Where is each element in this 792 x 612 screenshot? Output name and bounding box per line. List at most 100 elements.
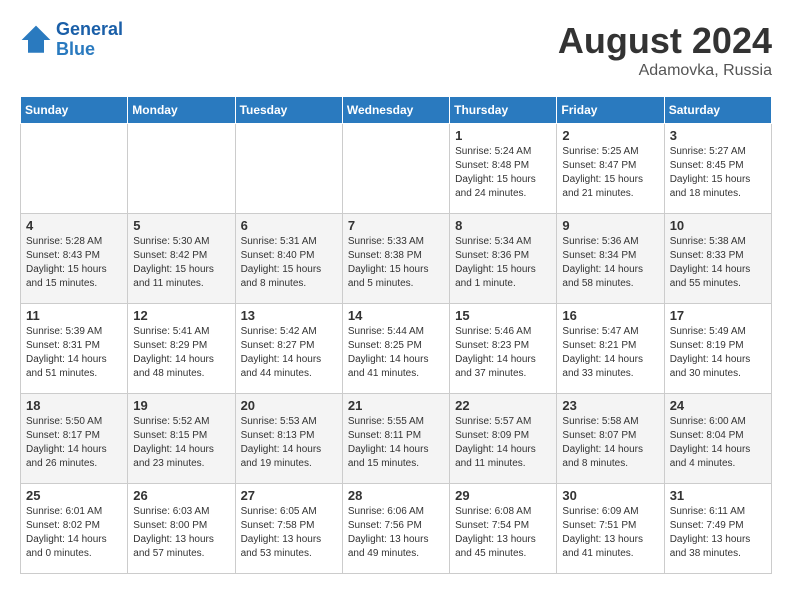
day-number: 18	[26, 398, 122, 413]
day-info: Sunrise: 5:28 AM Sunset: 8:43 PM Dayligh…	[26, 235, 122, 291]
day-info: Sunrise: 5:53 AM Sunset: 8:13 PM Dayligh…	[241, 415, 337, 471]
day-number: 29	[455, 488, 551, 503]
day-number: 21	[348, 398, 444, 413]
day-info: Sunrise: 5:25 AM Sunset: 8:47 PM Dayligh…	[562, 145, 658, 201]
calendar-cell: 19 Sunrise: 5:52 AM Sunset: 8:15 PM Dayli…	[128, 394, 235, 484]
day-info: Sunrise: 5:27 AM Sunset: 8:45 PM Dayligh…	[670, 145, 766, 201]
calendar-cell: 30 Sunrise: 6:09 AM Sunset: 7:51 PM Dayli…	[557, 484, 664, 574]
day-number: 6	[241, 218, 337, 233]
week-row-4: 18 Sunrise: 5:50 AM Sunset: 8:17 PM Dayli…	[21, 394, 772, 484]
calendar-cell: 1 Sunrise: 5:24 AM Sunset: 8:48 PM Daylig…	[450, 124, 557, 214]
calendar-cell	[235, 124, 342, 214]
weekday-header-monday: Monday	[128, 97, 235, 124]
day-number: 25	[26, 488, 122, 503]
day-number: 23	[562, 398, 658, 413]
day-info: Sunrise: 5:55 AM Sunset: 8:11 PM Dayligh…	[348, 415, 444, 471]
calendar-cell: 16Sunrise: 5:47 AM Sunset: 8:21 PM Dayli…	[557, 304, 664, 394]
calendar-cell: 2 Sunrise: 5:25 AM Sunset: 8:47 PM Daylig…	[557, 124, 664, 214]
calendar-cell: 26Sunrise: 6:03 AM Sunset: 8:00 PM Dayli…	[128, 484, 235, 574]
day-info: Sunrise: 5:42 AM Sunset: 8:27 PM Dayligh…	[241, 325, 337, 381]
calendar-table: SundayMondayTuesdayWednesdayThursdayFrid…	[20, 96, 772, 574]
calendar-cell: 20 Sunrise: 5:53 AM Sunset: 8:13 PM Dayli…	[235, 394, 342, 484]
day-info: Sunrise: 6:06 AM Sunset: 7:56 PM Dayligh…	[348, 505, 444, 561]
logo-line1: General	[56, 19, 123, 39]
day-info: Sunrise: 6:08 AM Sunset: 7:54 PM Dayligh…	[455, 505, 551, 561]
day-number: 8	[455, 218, 551, 233]
month-year: August 2024	[558, 20, 772, 62]
day-number: 1	[455, 128, 551, 143]
day-number: 2	[562, 128, 658, 143]
week-row-5: 25 Sunrise: 6:01 AM Sunset: 8:02 PM Dayli…	[21, 484, 772, 574]
weekday-header-friday: Friday	[557, 97, 664, 124]
calendar-cell	[342, 124, 449, 214]
calendar-cell: 22Sunrise: 5:57 AM Sunset: 8:09 PM Dayli…	[450, 394, 557, 484]
calendar-cell: 14 Sunrise: 5:44 AM Sunset: 8:25 PM Dayli…	[342, 304, 449, 394]
logo-text: General Blue	[56, 20, 123, 60]
day-info: Sunrise: 5:34 AM Sunset: 8:36 PM Dayligh…	[455, 235, 551, 291]
week-row-3: 11 Sunrise: 5:39 AM Sunset: 8:31 PM Dayli…	[21, 304, 772, 394]
day-info: Sunrise: 5:30 AM Sunset: 8:42 PM Dayligh…	[133, 235, 229, 291]
calendar-cell: 24 Sunrise: 6:00 AM Sunset: 8:04 PM Dayli…	[664, 394, 771, 484]
day-info: Sunrise: 5:38 AM Sunset: 8:33 PM Dayligh…	[670, 235, 766, 291]
day-info: Sunrise: 5:33 AM Sunset: 8:38 PM Dayligh…	[348, 235, 444, 291]
day-info: Sunrise: 6:09 AM Sunset: 7:51 PM Dayligh…	[562, 505, 658, 561]
weekday-header-row: SundayMondayTuesdayWednesdayThursdayFrid…	[21, 97, 772, 124]
calendar-cell: 23 Sunrise: 5:58 AM Sunset: 8:07 PM Dayli…	[557, 394, 664, 484]
calendar-cell: 3Sunrise: 5:27 AM Sunset: 8:45 PM Daylig…	[664, 124, 771, 214]
day-info: Sunrise: 6:00 AM Sunset: 8:04 PM Dayligh…	[670, 415, 766, 471]
calendar-cell: 17Sunrise: 5:49 AM Sunset: 8:19 PM Dayli…	[664, 304, 771, 394]
day-number: 14	[348, 308, 444, 323]
day-number: 30	[562, 488, 658, 503]
day-number: 20	[241, 398, 337, 413]
calendar-cell: 6 Sunrise: 5:31 AM Sunset: 8:40 PM Daylig…	[235, 214, 342, 304]
day-number: 27	[241, 488, 337, 503]
day-info: Sunrise: 5:52 AM Sunset: 8:15 PM Dayligh…	[133, 415, 229, 471]
calendar-cell: 28 Sunrise: 6:06 AM Sunset: 7:56 PM Dayli…	[342, 484, 449, 574]
day-number: 11	[26, 308, 122, 323]
day-number: 15	[455, 308, 551, 323]
weekday-header-sunday: Sunday	[21, 97, 128, 124]
day-number: 9	[562, 218, 658, 233]
calendar-cell: 29 Sunrise: 6:08 AM Sunset: 7:54 PM Dayli…	[450, 484, 557, 574]
day-number: 4	[26, 218, 122, 233]
day-info: Sunrise: 6:03 AM Sunset: 8:00 PM Dayligh…	[133, 505, 229, 561]
calendar-cell: 31Sunrise: 6:11 AM Sunset: 7:49 PM Dayli…	[664, 484, 771, 574]
weekday-header-thursday: Thursday	[450, 97, 557, 124]
calendar-cell: 12 Sunrise: 5:41 AM Sunset: 8:29 PM Dayli…	[128, 304, 235, 394]
day-number: 10	[670, 218, 766, 233]
day-info: Sunrise: 6:01 AM Sunset: 8:02 PM Dayligh…	[26, 505, 122, 561]
weekday-header-saturday: Saturday	[664, 97, 771, 124]
day-info: Sunrise: 5:58 AM Sunset: 8:07 PM Dayligh…	[562, 415, 658, 471]
day-number: 19	[133, 398, 229, 413]
logo-icon	[20, 24, 52, 56]
calendar-cell: 9Sunrise: 5:36 AM Sunset: 8:34 PM Daylig…	[557, 214, 664, 304]
calendar-cell: 18 Sunrise: 5:50 AM Sunset: 8:17 PM Dayli…	[21, 394, 128, 484]
calendar-cell: 15 Sunrise: 5:46 AM Sunset: 8:23 PM Dayli…	[450, 304, 557, 394]
day-info: Sunrise: 5:50 AM Sunset: 8:17 PM Dayligh…	[26, 415, 122, 471]
day-number: 7	[348, 218, 444, 233]
day-number: 12	[133, 308, 229, 323]
calendar-cell	[21, 124, 128, 214]
calendar-cell: 21 Sunrise: 5:55 AM Sunset: 8:11 PM Dayli…	[342, 394, 449, 484]
day-info: Sunrise: 5:49 AM Sunset: 8:19 PM Dayligh…	[670, 325, 766, 381]
calendar-cell: 5Sunrise: 5:30 AM Sunset: 8:42 PM Daylig…	[128, 214, 235, 304]
calendar-cell: 11 Sunrise: 5:39 AM Sunset: 8:31 PM Dayli…	[21, 304, 128, 394]
calendar-cell	[128, 124, 235, 214]
day-number: 28	[348, 488, 444, 503]
day-info: Sunrise: 5:31 AM Sunset: 8:40 PM Dayligh…	[241, 235, 337, 291]
day-info: Sunrise: 5:24 AM Sunset: 8:48 PM Dayligh…	[455, 145, 551, 201]
calendar-cell: 27Sunrise: 6:05 AM Sunset: 7:58 PM Dayli…	[235, 484, 342, 574]
day-number: 13	[241, 308, 337, 323]
day-number: 24	[670, 398, 766, 413]
calendar-cell: 7 Sunrise: 5:33 AM Sunset: 8:38 PM Daylig…	[342, 214, 449, 304]
day-info: Sunrise: 5:41 AM Sunset: 8:29 PM Dayligh…	[133, 325, 229, 381]
day-info: Sunrise: 5:44 AM Sunset: 8:25 PM Dayligh…	[348, 325, 444, 381]
week-row-1: 1 Sunrise: 5:24 AM Sunset: 8:48 PM Daylig…	[21, 124, 772, 214]
weekday-header-tuesday: Tuesday	[235, 97, 342, 124]
day-info: Sunrise: 5:39 AM Sunset: 8:31 PM Dayligh…	[26, 325, 122, 381]
logo-line2: Blue	[56, 39, 95, 59]
week-row-2: 4 Sunrise: 5:28 AM Sunset: 8:43 PM Daylig…	[21, 214, 772, 304]
day-info: Sunrise: 5:46 AM Sunset: 8:23 PM Dayligh…	[455, 325, 551, 381]
day-number: 16	[562, 308, 658, 323]
day-number: 22	[455, 398, 551, 413]
